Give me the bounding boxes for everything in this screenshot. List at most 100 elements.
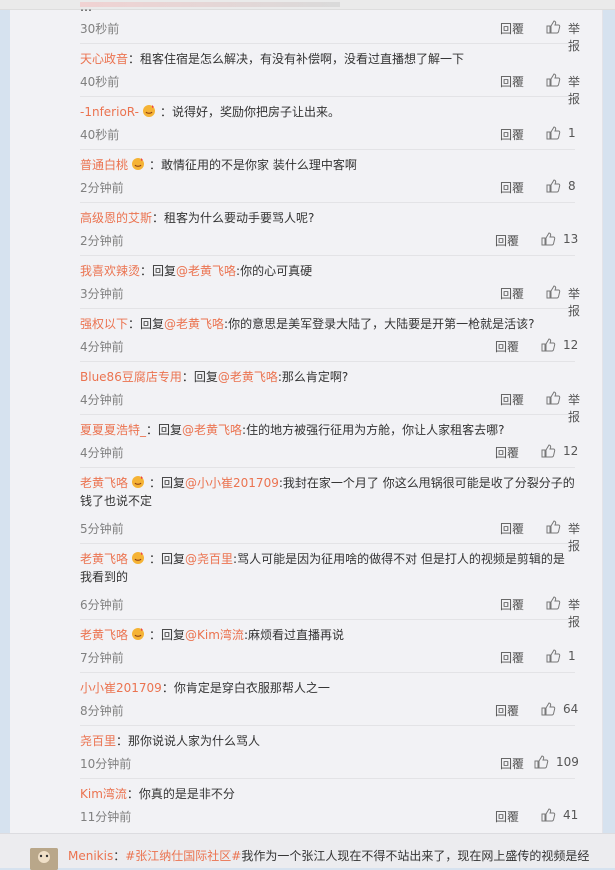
comment-time: 4分钟前 xyxy=(80,393,124,407)
report-button[interactable]: 举报 xyxy=(568,20,580,54)
comment-time: 3分钟前 xyxy=(80,287,124,301)
thumbs-up-icon[interactable] xyxy=(545,125,561,141)
comment-nick[interactable]: 普通白桃 xyxy=(80,158,128,172)
thumbs-up-icon[interactable] xyxy=(545,284,561,300)
thumbs-up-icon[interactable] xyxy=(540,807,556,823)
comment-divider xyxy=(80,467,575,468)
comment-divider xyxy=(80,672,575,673)
comment-divider xyxy=(80,255,575,256)
reply-button[interactable]: 回覆 xyxy=(495,338,519,355)
thumbs-up-icon[interactable] xyxy=(540,701,556,717)
comment-divider xyxy=(80,414,575,415)
mention-link[interactable]: @老黄飞咯 xyxy=(164,317,224,331)
reply-button[interactable]: 回覆 xyxy=(500,179,524,196)
comment-text: Blue86豆腐店专用：回复@老黄飞咯:那么肯定啊? xyxy=(80,368,575,386)
mention-link[interactable]: @Kim湾流 xyxy=(185,628,244,642)
thumbs-up-icon[interactable] xyxy=(545,519,561,535)
thumbs-up-icon[interactable] xyxy=(545,19,561,35)
comment-time: 11分钟前 xyxy=(80,810,132,824)
comment-nick[interactable]: 强权以下 xyxy=(80,317,128,331)
mention-link[interactable]: @老黄飞咯 xyxy=(218,370,278,384)
comment-nick[interactable]: Kim湾流 xyxy=(80,787,127,801)
next-post: Menikis：#张江纳仕国际社区#我作为一个张江人现在不得不站出来了，现在网上… xyxy=(0,833,615,870)
fan-badge-icon xyxy=(129,157,147,171)
comment-nick[interactable]: 小小崔201709 xyxy=(80,681,162,695)
comment-time: 30秒前 xyxy=(80,22,120,36)
comment-nick[interactable]: 老黄飞咯 xyxy=(80,476,128,490)
comment-meta: 4分钟前 回覆 举报 xyxy=(80,390,580,424)
reply-button[interactable]: 回覆 xyxy=(500,755,524,772)
report-button[interactable]: 举报 xyxy=(568,73,580,107)
like-count: 64 xyxy=(563,702,579,716)
report-button[interactable]: 举报 xyxy=(568,285,580,319)
comment-list: … 30秒前 回覆 举报 天心政音：租客住宿是怎么解决，有没有补偿啊，没看过直播想了解一… xyxy=(0,0,615,867)
mention-link[interactable]: @小小崔201709 xyxy=(185,476,279,490)
thumbs-up-icon[interactable] xyxy=(545,390,561,406)
reply-button[interactable]: 回覆 xyxy=(495,808,519,825)
comment-body: ：回复 xyxy=(128,317,165,331)
next-post-tag[interactable]: #张江纳仕国际社区# xyxy=(125,849,241,863)
thumbs-up-icon[interactable] xyxy=(540,443,556,459)
comment-text: … xyxy=(80,0,575,16)
comment-text: 普通白桃 ：敢情征用的不是你家 装什么理中客啊 xyxy=(80,156,575,174)
reply-button[interactable]: 回覆 xyxy=(500,73,524,90)
reply-button[interactable]: 回覆 xyxy=(500,20,524,37)
reply-button[interactable]: 回覆 xyxy=(500,391,524,408)
comment-divider xyxy=(80,308,575,309)
comment-meta: 2分钟前 回覆 13 xyxy=(80,231,578,250)
comment-time: 2分钟前 xyxy=(80,234,124,248)
comment-time: 6分钟前 xyxy=(80,598,124,612)
comment-text: 老黄飞咯 ：回复@Kim湾流:麻烦看过直播再说 xyxy=(80,626,575,644)
like-count: 12 xyxy=(563,444,579,458)
comment-nick[interactable]: Blue86豆腐店专用 xyxy=(80,370,182,384)
comment-time: 5分钟前 xyxy=(80,522,124,536)
mention-link[interactable]: @尧百里 xyxy=(185,552,233,566)
fan-badge-icon xyxy=(140,104,158,118)
comment-nick[interactable]: 老黄飞咯 xyxy=(80,628,128,642)
comment-divider xyxy=(80,202,575,203)
reply-button[interactable]: 回覆 xyxy=(500,285,524,302)
comment-nick[interactable]: 老黄飞咯 xyxy=(80,552,128,566)
comment-nick[interactable]: 我喜欢辣烫 xyxy=(80,264,140,278)
report-button[interactable]: 举报 xyxy=(568,391,580,425)
comment-nick[interactable]: 天心政音 xyxy=(80,52,128,66)
reply-button[interactable]: 回覆 xyxy=(500,126,524,143)
comment-meta: 11分钟前 回覆 41 xyxy=(80,807,578,826)
reply-button[interactable]: 回覆 xyxy=(495,702,519,719)
comment-meta: 8分钟前 回覆 64 xyxy=(80,701,579,720)
comment-meta: 2分钟前 回覆 8 xyxy=(80,178,576,197)
reply-button[interactable]: 回覆 xyxy=(495,232,519,249)
comment-text: 尧百里：那你说说人家为什么骂人 xyxy=(80,732,575,750)
reply-button[interactable]: 回覆 xyxy=(500,596,524,613)
reply-button[interactable]: 回覆 xyxy=(500,649,524,666)
comment-meta: 3分钟前 回覆 举报 xyxy=(80,284,580,318)
comment-nick[interactable]: 夏夏夏浩特_ xyxy=(80,423,146,437)
thumbs-up-icon[interactable] xyxy=(545,648,561,664)
thumbs-up-icon[interactable] xyxy=(545,595,561,611)
next-post-text: Menikis：#张江纳仕国际社区#我作为一个张江人现在不得不站出来了，现在网上… xyxy=(68,847,589,864)
thumbs-up-icon[interactable] xyxy=(545,72,561,88)
report-button[interactable]: 举报 xyxy=(568,596,580,630)
comment-nick[interactable]: -1nferioR- xyxy=(80,105,139,119)
comment-body: ：回复 xyxy=(181,370,218,384)
thumbs-up-icon[interactable] xyxy=(545,178,561,194)
thumbs-up-icon[interactable] xyxy=(533,754,549,770)
comment-body: :你的意思是美军登录大陆了，大陆要是开第一枪就是活该? xyxy=(224,317,535,331)
comment-nick[interactable]: 尧百里 xyxy=(80,734,116,748)
comment-text: 强权以下：回复@老黄飞咯:你的意思是美军登录大陆了，大陆要是开第一枪就是活该? xyxy=(80,315,575,333)
reply-button[interactable]: 回覆 xyxy=(500,520,524,537)
reply-button[interactable]: 回覆 xyxy=(495,444,519,461)
comment-meta: 10分钟前 回覆 109 xyxy=(80,754,579,773)
comment-body: ：回复 xyxy=(149,552,186,566)
mention-link[interactable]: @老黄飞咯 xyxy=(176,264,236,278)
thumbs-up-icon[interactable] xyxy=(540,231,556,247)
comment-nick[interactable]: 高级恩的艾斯 xyxy=(80,211,152,225)
thumbs-up-icon[interactable] xyxy=(540,337,556,353)
comment-body: ：敢情征用的不是你家 装什么理中客啊 xyxy=(149,158,357,172)
comment-time: 4分钟前 xyxy=(80,446,124,460)
report-button[interactable]: 举报 xyxy=(568,520,580,554)
next-post-user[interactable]: Menikis xyxy=(68,849,113,863)
comment-time: 2分钟前 xyxy=(80,181,124,195)
mention-link[interactable]: @老黄飞咯 xyxy=(182,423,242,437)
comment-time: 10分钟前 xyxy=(80,757,132,771)
